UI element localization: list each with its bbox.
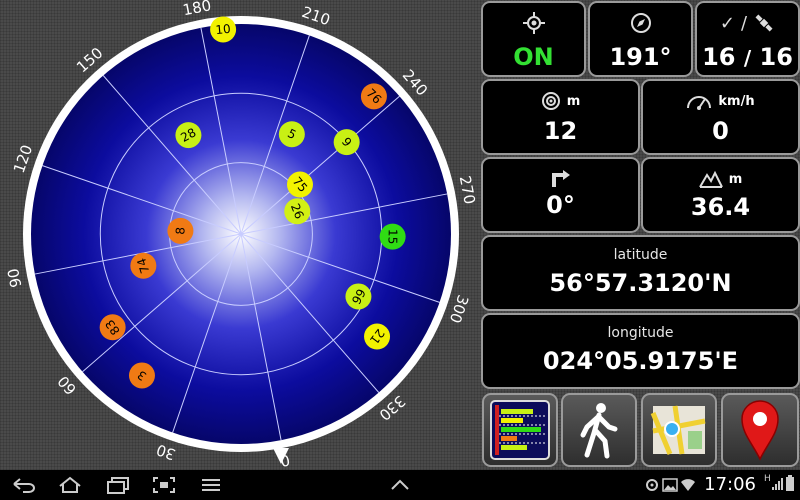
accuracy-panel[interactable]: m 12 [481, 79, 640, 155]
longitude-panel[interactable]: longitude 024°05.9175'E [481, 313, 800, 389]
bearing-header [483, 168, 638, 190]
bearing-label: 180 [181, 0, 213, 19]
satellites-icons: ✓ / [697, 12, 798, 34]
check-icon: ✓ [719, 12, 735, 34]
system-navigation-bar: 17:06 H [0, 470, 800, 500]
satellite-15: 15 [379, 223, 406, 250]
walking-person-icon [580, 403, 618, 459]
walk-button[interactable] [561, 393, 637, 467]
accuracy-header: m [483, 90, 638, 112]
satellite-75: 75 [286, 171, 313, 198]
chevron-up-icon[interactable] [388, 476, 412, 494]
wifi-icon [681, 479, 695, 491]
location-pin-icon [741, 400, 779, 461]
satellite-83: 83 [99, 314, 126, 341]
latitude-panel[interactable]: latitude 56°57.3120'N [481, 235, 800, 311]
screenshot-icon[interactable] [152, 476, 176, 494]
home-icon[interactable] [58, 476, 82, 494]
satellites-separator: / [743, 46, 752, 70]
gps-status-icon [646, 479, 658, 491]
satellite-3: 3 [128, 362, 155, 389]
bearing-label: 120 [10, 142, 36, 175]
bearing-label: 270 [456, 174, 479, 206]
gallery-icon [662, 478, 678, 492]
speed-unit: km/h [718, 93, 755, 109]
gps-status-value: ON [513, 43, 554, 71]
signal-bars-icon [490, 400, 550, 460]
latitude-label: latitude [613, 247, 668, 263]
speed-panel[interactable]: km/h 0 [641, 79, 800, 155]
bearing-panel[interactable]: 0° [481, 157, 640, 233]
gps-crosshair-icon [483, 12, 584, 34]
network-type: H [764, 474, 771, 484]
satellite-74: 74 [130, 252, 157, 279]
accuracy-target-icon [541, 92, 560, 110]
bearing-label: 30 [154, 440, 178, 463]
recent-apps-icon[interactable] [106, 476, 130, 494]
back-icon[interactable] [12, 476, 36, 494]
satellites-count: 16 / 16 [697, 43, 798, 71]
direction-arrow-icon [551, 170, 570, 187]
clock: 17:06 [704, 474, 756, 495]
satellite-id: 8 [173, 227, 187, 235]
longitude-label: longitude [607, 325, 674, 341]
compass-icon [590, 12, 691, 34]
altitude-value: 36.4 [690, 193, 751, 221]
bearing-value: 0° [546, 191, 575, 219]
battery-icon [786, 475, 794, 491]
mountain-icon [698, 170, 723, 188]
sky-view-radar[interactable]: 180 2102402703003300306090120150 1076528 9… [0, 0, 480, 470]
satellite-28: 28 [175, 122, 202, 149]
speed-header: km/h [643, 90, 798, 112]
satellite-5: 5 [278, 121, 305, 148]
satellites-panel[interactable]: ✓ / 16 / 16 [695, 1, 800, 77]
longitude-value: 024°05.9175'E [542, 347, 739, 375]
satellite-10: 10 [210, 16, 237, 43]
altitude-panel[interactable]: m 36.4 [641, 157, 800, 233]
satellite-76: 76 [360, 83, 387, 110]
signal-bars-button[interactable] [482, 393, 558, 467]
satellite-26: 26 [284, 198, 311, 225]
satellite-66: 66 [345, 283, 372, 310]
bearing-label: 210 [300, 3, 333, 29]
satellite-9: 9 [333, 129, 360, 156]
location-pin-button[interactable] [721, 393, 799, 467]
heading-panel[interactable]: 191° [588, 1, 693, 77]
map-button[interactable] [641, 393, 717, 467]
satellite-icon [755, 14, 773, 32]
satellites-used: 16 [702, 43, 736, 71]
altitude-unit: m [728, 171, 743, 187]
latitude-value: 56°57.3120'N [549, 269, 732, 297]
satellite-id: 10 [215, 22, 231, 37]
accuracy-unit: m [566, 93, 581, 109]
heading-value: 191° [609, 43, 672, 71]
speedometer-icon [687, 96, 712, 110]
bearing-label: 90 [4, 267, 25, 289]
speed-value: 0 [712, 117, 729, 145]
satellite-8: 8 [167, 217, 194, 244]
menu-icon[interactable] [200, 476, 222, 494]
altitude-header: m [643, 168, 798, 190]
satellites-total: 16 [759, 43, 793, 71]
signal-strength-icon [772, 478, 783, 490]
satellite-21: 21 [364, 323, 391, 350]
accuracy-value: 12 [543, 117, 578, 145]
gps-status-panel[interactable]: ON [481, 1, 586, 77]
map-icon [650, 405, 706, 455]
slash-separator: / [741, 12, 748, 34]
satellite-id: 15 [386, 229, 400, 245]
bearing-label: 300 [446, 293, 472, 326]
